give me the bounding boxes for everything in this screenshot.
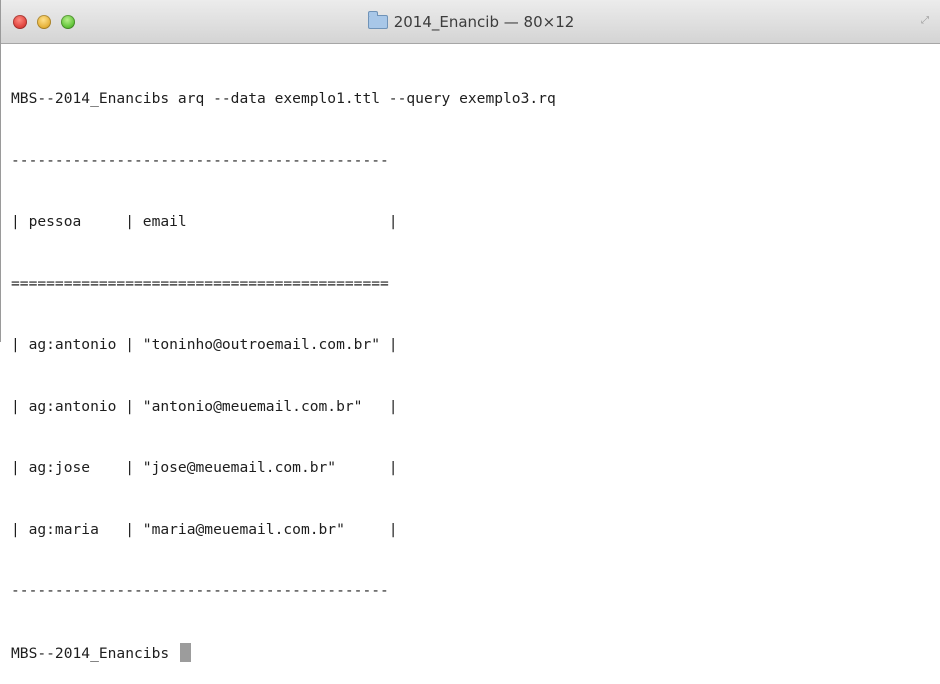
terminal-content[interactable]: MBS--2014_Enancibs arq --data exemplo1.t… (11, 48, 932, 662)
table-row: | ag:antonio | "antonio@meuemail.com.br"… (11, 397, 398, 415)
table-separator-top: ----------------------------------------… (11, 151, 389, 169)
prompt: MBS--2014_Enancibs (11, 644, 178, 662)
table-row: | ag:jose | "jose@meuemail.com.br" | (11, 459, 398, 476)
command-line: MBS--2014_Enancibs arq --data exemplo1.t… (11, 90, 556, 107)
title-bar[interactable]: 2014_Enancib — 80×12 ⤢ (1, 0, 940, 44)
window-title-container: 2014_Enancib — 80×12 (1, 11, 940, 31)
table-header-row: | pessoa | email | (11, 213, 398, 230)
table-row: | ag:maria | "maria@meuemail.com.br" | (11, 520, 398, 538)
table-separator-header: ========================================… (11, 274, 389, 292)
folder-icon (367, 11, 388, 29)
cursor (179, 642, 191, 662)
table-row: | ag:antonio | "toninho@outroemail.com.b… (11, 336, 398, 353)
window-title: 2014_Enancib — 80×12 (393, 13, 575, 31)
fullscreen-icon[interactable]: ⤢ (921, 16, 931, 26)
terminal-window: 2014_Enancib — 80×12 ⤢ MBS--2014_Enancib… (0, 0, 940, 662)
prompt-line[interactable]: MBS--2014_Enancibs (11, 642, 932, 664)
table-separator-bottom: ----------------------------------------… (11, 582, 389, 599)
